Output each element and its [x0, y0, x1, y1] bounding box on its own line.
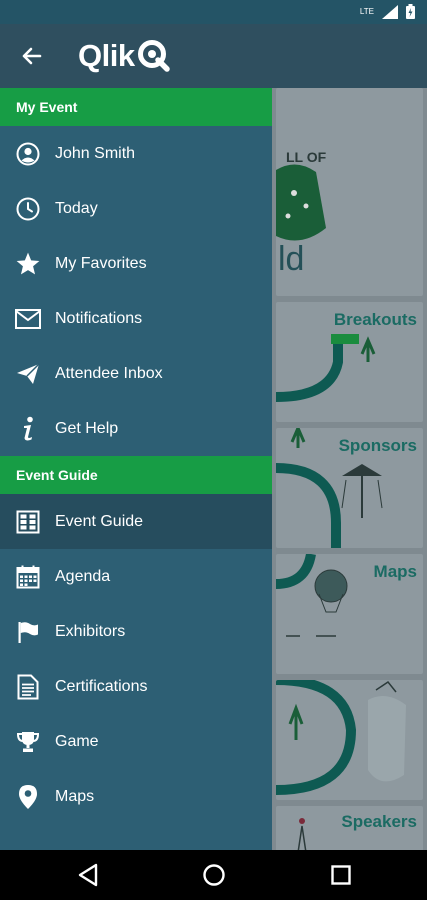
qlik-logo: Qlik [78, 38, 171, 74]
home-circle-icon[interactable] [201, 862, 227, 888]
menu-item-john-smith[interactable]: John Smith [0, 126, 272, 181]
maps-tile: Maps [276, 554, 423, 674]
navigation-drawer: My Event John Smith Today My Favorites N… [0, 88, 272, 850]
logo-text: Qlik [78, 38, 135, 73]
menu-item-today[interactable]: Today [0, 181, 272, 236]
arrow-left-icon[interactable] [18, 42, 46, 70]
menu-item-exhibitors[interactable]: Exhibitors [0, 604, 272, 659]
qlik-q-mark-icon [137, 40, 170, 72]
document-icon [17, 674, 39, 699]
lte-label: LTE [359, 7, 374, 16]
sponsors-tile: Sponsors [276, 428, 423, 548]
menu-item-get-help[interactable]: Get Help [0, 401, 272, 456]
recents-square-icon[interactable] [328, 862, 354, 888]
menu-item-label: Certifications [55, 677, 148, 695]
app-bar: Qlik [0, 24, 427, 88]
lake-track-icon [276, 680, 406, 795]
menu-item-notifications[interactable]: Notifications [0, 291, 272, 346]
menu-item-label: My Favorites [55, 254, 147, 272]
flag-icon [18, 621, 38, 643]
battery-icon [406, 4, 415, 19]
dimmed-main-content[interactable]: LL OF ld Breakouts Sponsors Maps Speaker… [272, 88, 427, 850]
back-triangle-icon[interactable] [76, 862, 102, 888]
world-text-fragment: ld [278, 240, 305, 278]
map-pin-icon [19, 784, 37, 809]
menu-item-agenda[interactable]: Agenda [0, 549, 272, 604]
balloon-icon [276, 554, 348, 637]
star-icon [16, 252, 40, 274]
signal-icon [382, 4, 398, 19]
info-icon [24, 416, 33, 440]
calendar-icon [16, 565, 40, 588]
grid-icon [16, 510, 40, 533]
envelope-icon [15, 308, 41, 329]
menu-item-game[interactable]: Game [0, 714, 272, 769]
menu-item-label: Attendee Inbox [55, 364, 163, 382]
clock-icon [16, 197, 40, 220]
breakouts-track-icon [276, 334, 376, 402]
paper-plane-icon [17, 362, 40, 384]
menu-item-maps[interactable]: Maps [0, 769, 272, 824]
status-bar: LTE [0, 0, 427, 24]
menu-item-label: Notifications [55, 309, 143, 327]
menu-item-label: Get Help [55, 419, 119, 437]
menu-item-label: Exhibitors [55, 622, 126, 640]
lake-tile [276, 680, 423, 800]
user-circle-icon [16, 142, 40, 165]
menu-item-label: Game [55, 732, 99, 750]
svg-text:LL OF: LL OF [286, 149, 327, 165]
menu-item-label: Today [55, 199, 98, 217]
menu-item-certifications[interactable]: Certifications [0, 659, 272, 714]
trophy-icon [16, 731, 40, 752]
system-navigation-bar [0, 850, 427, 900]
breakouts-tile: Breakouts [276, 302, 423, 422]
menu-item-event-guide[interactable]: Event Guide [0, 494, 272, 549]
menu-item-label: Maps [55, 787, 95, 805]
menu-item-label: Event Guide [55, 512, 144, 530]
tower-icon [297, 818, 307, 850]
section-header-event-guide: Event Guide [0, 456, 272, 494]
menu-item-my-favorites[interactable]: My Favorites [0, 236, 272, 291]
carousel-icon [276, 428, 383, 548]
speakers-tile: Speakers [276, 806, 423, 850]
menu-item-label: Agenda [55, 567, 111, 585]
menu-item-attendee-inbox[interactable]: Attendee Inbox [0, 346, 272, 401]
section-header-my-event: My Event [0, 88, 272, 126]
hall-of-world-tile: LL OF ld [276, 88, 423, 296]
menu-item-label: John Smith [55, 144, 136, 162]
